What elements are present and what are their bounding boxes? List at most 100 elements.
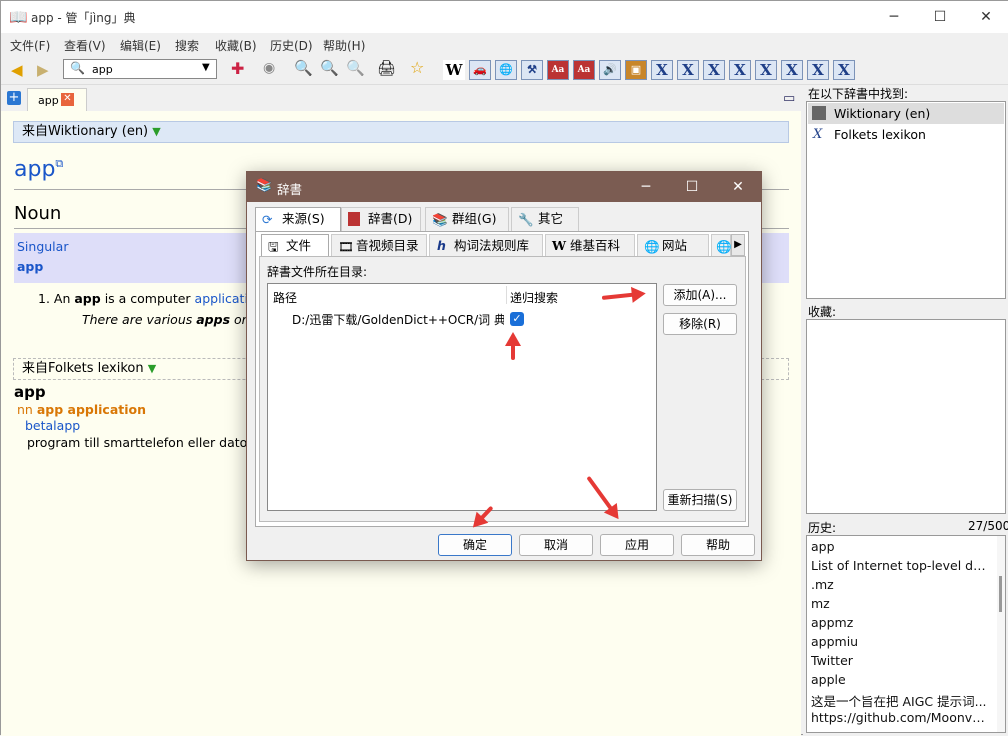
directories-table[interactable]: 路径 递归搜索 D:/迅雷下载/GoldenDict++OCR/词 典 ✓ xyxy=(267,283,657,511)
x-dict-icon-1[interactable]: X xyxy=(651,60,673,80)
cancel-button[interactable]: 取消 xyxy=(519,534,593,556)
back-icon[interactable]: ◀ xyxy=(11,61,23,79)
dialog-minimize-button[interactable]: ─ xyxy=(623,172,669,202)
close-tab-icon[interactable]: ✕ xyxy=(61,93,74,106)
remove-button[interactable]: 移除(R) xyxy=(663,313,737,335)
collapse-triangle-icon[interactable]: ▼ xyxy=(148,362,156,375)
menu-search[interactable]: 搜索 xyxy=(175,37,199,54)
found-item-folkets[interactable]: Folkets lexikon xyxy=(834,127,926,142)
zoom-reset-icon[interactable]: 🔍 xyxy=(346,59,365,77)
apply-button[interactable]: 应用 xyxy=(600,534,674,556)
car-dict-icon[interactable]: 🚗 xyxy=(469,60,491,80)
favorites-list[interactable] xyxy=(806,319,1006,514)
menu-edit[interactable]: 编辑(E) xyxy=(120,37,161,54)
folkets-word: app xyxy=(14,383,46,401)
subtab-morphology[interactable]: h 构词法规则库 xyxy=(429,234,543,258)
tab-sources[interactable]: ⟳ 来源(S) xyxy=(255,207,341,232)
print-icon[interactable]: 🖨 xyxy=(377,59,396,77)
tab-dictionaries[interactable]: 辞書(D) xyxy=(341,207,421,231)
red-book2-dict-icon[interactable]: Aa xyxy=(573,60,595,80)
menu-help[interactable]: 帮助(H) xyxy=(323,37,365,54)
history-label: 历史: xyxy=(808,521,837,535)
history-item[interactable]: app xyxy=(811,539,989,554)
tab-groups[interactable]: 📚 群组(G) xyxy=(425,207,509,231)
found-item-selected[interactable]: Wiktionary (en) xyxy=(808,103,1004,124)
tab-other[interactable]: 🔧 其它 xyxy=(511,207,579,231)
history-item[interactable]: apple xyxy=(811,672,989,687)
window-list-icon[interactable]: ▭ xyxy=(783,91,795,106)
maximize-button[interactable]: ☐ xyxy=(917,1,963,33)
menu-bar: 文件(F) 查看(V) 编辑(E) 搜索 收藏(B) 历史(D) 帮助(H) xyxy=(1,33,1008,55)
pronounce-icon[interactable]: ◉ xyxy=(263,60,275,76)
history-item[interactable]: appmz xyxy=(811,615,989,630)
history-item[interactable]: appmiu xyxy=(811,634,989,649)
close-button[interactable]: ✕ xyxy=(963,1,1008,33)
subtab-more[interactable]: 🌐 xyxy=(711,234,732,258)
found-dict-list[interactable]: Wiktionary (en) X Folkets lexikon xyxy=(806,101,1006,299)
chevron-down-icon[interactable]: ▼ xyxy=(202,62,210,73)
menu-view[interactable]: 查看(V) xyxy=(64,37,106,54)
collapse-triangle-icon[interactable]: ▼ xyxy=(152,125,160,138)
search-combo[interactable]: 🔍 app ▼ xyxy=(63,59,217,79)
wiktionary-section-header[interactable]: 来自Wiktionary (en) ▼ xyxy=(13,121,789,143)
recursive-checkbox[interactable]: ✓ xyxy=(510,312,524,326)
col-recursive[interactable]: 递归搜索 xyxy=(510,289,558,306)
forward-icon[interactable]: ▶ xyxy=(37,61,49,79)
zoom-out-icon[interactable]: 🔍 xyxy=(320,59,339,77)
brown-book-dict-icon[interactable]: ▣ xyxy=(625,60,647,80)
wikipedia-dict-icon[interactable]: W xyxy=(443,60,465,80)
speaker-dict-icon[interactable]: 🔊 xyxy=(599,60,621,80)
found-item-wiktionary[interactable]: Wiktionary (en) xyxy=(834,106,930,121)
x-dict-icon-2[interactable]: X xyxy=(677,60,699,80)
add-button[interactable]: 添加(A)... xyxy=(663,284,737,306)
singular-label: Singular xyxy=(17,239,69,254)
tab-app[interactable]: app ✕ xyxy=(27,88,87,112)
zoom-in-icon[interactable]: 🔍 xyxy=(294,59,313,77)
globe-dict-icon[interactable]: 🌐 xyxy=(495,60,517,80)
x-dict-icon-8[interactable]: X xyxy=(833,60,855,80)
help-button[interactable]: 帮助 xyxy=(681,534,755,556)
betalapp-link[interactable]: betalapp xyxy=(25,418,80,433)
x-dict-icon-5[interactable]: X xyxy=(755,60,777,80)
red-book-dict-icon[interactable]: Aa xyxy=(547,60,569,80)
history-item[interactable]: 这是一个旨在把 AIGC 提示词... xyxy=(811,691,989,710)
history-item[interactable]: mz xyxy=(811,596,989,611)
wiktionary-header-text: 来自Wiktionary (en) xyxy=(22,124,149,139)
subtab-wikipedia[interactable]: W 维基百科 xyxy=(545,234,635,258)
favorite-star-icon[interactable]: ☆ xyxy=(410,58,424,77)
subtab-websites[interactable]: 🌐 网站 xyxy=(637,234,709,258)
history-item[interactable]: .mz xyxy=(811,577,989,592)
subtab-media-dirs[interactable]: 🎞 音视频目录 xyxy=(331,234,427,258)
history-item[interactable]: https://github.com/Moonvy/... xyxy=(811,710,989,725)
menu-file[interactable]: 文件(F) xyxy=(10,37,50,54)
search-input[interactable]: app xyxy=(92,63,113,76)
singular-value[interactable]: app xyxy=(17,259,43,274)
menu-favorites[interactable]: 收藏(B) xyxy=(215,37,257,54)
scan-pointer-icon[interactable]: ✚ xyxy=(231,59,244,78)
history-item[interactable]: Twitter xyxy=(811,653,989,668)
new-tab-icon[interactable]: + xyxy=(7,91,21,105)
scrollbar-thumb[interactable] xyxy=(999,576,1002,612)
col-path[interactable]: 路径 xyxy=(273,289,297,306)
dialog-close-button[interactable]: ✕ xyxy=(715,172,761,202)
minimize-button[interactable]: ─ xyxy=(871,1,917,33)
favorites-label: 收藏: xyxy=(808,305,837,319)
x-dict-icon-7[interactable]: X xyxy=(807,60,829,80)
headword[interactable]: app⧉ xyxy=(14,157,63,182)
x-dict-icon-4[interactable]: X xyxy=(729,60,751,80)
dialog-maximize-button[interactable]: ☐ xyxy=(669,172,715,202)
ok-button[interactable]: 确定 xyxy=(438,534,512,556)
annotation-arrow-checkbox xyxy=(511,336,515,360)
film-icon: 🎞 xyxy=(338,239,354,254)
dir-path[interactable]: D:/迅雷下载/GoldenDict++OCR/词 典 xyxy=(292,311,504,328)
history-scrollbar[interactable] xyxy=(997,536,1005,732)
tab-scroll-right-icon[interactable]: ▶ xyxy=(731,234,745,256)
x-dict-icon-6[interactable]: X xyxy=(781,60,803,80)
menu-history[interactable]: 历史(D) xyxy=(270,37,313,54)
hammer-dict-icon[interactable]: ⚒ xyxy=(521,60,543,80)
definition-line: 1. An app is a computer application xyxy=(38,291,264,306)
x-dict-icon-3[interactable]: X xyxy=(703,60,725,80)
rescan-button[interactable]: 重新扫描(S) xyxy=(663,489,737,511)
part-of-speech: Noun xyxy=(14,203,62,224)
history-item[interactable]: List of Internet top-level do... xyxy=(811,558,989,573)
